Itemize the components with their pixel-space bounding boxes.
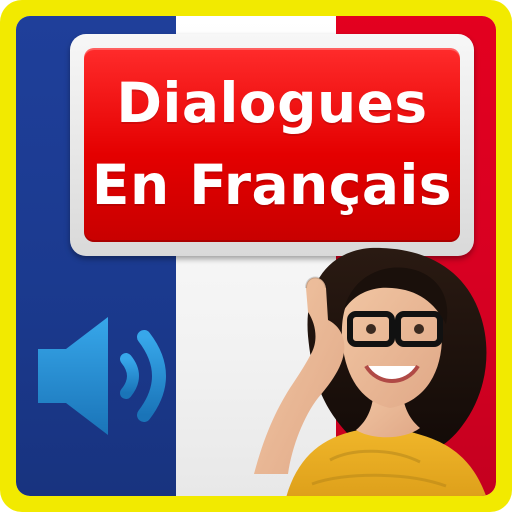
title-plate: Dialogues En Français <box>70 34 474 256</box>
speaker-volume-icon <box>38 317 166 435</box>
title-line-1: Dialogues <box>116 71 428 135</box>
app-icon[interactable]: Dialogues En Français <box>16 16 496 496</box>
app-icon-frame: Dialogues En Français <box>0 0 512 512</box>
title-panel: Dialogues En Français <box>84 48 460 242</box>
woman-pointing-image <box>254 247 487 496</box>
title-line-2: En Français <box>91 153 453 217</box>
